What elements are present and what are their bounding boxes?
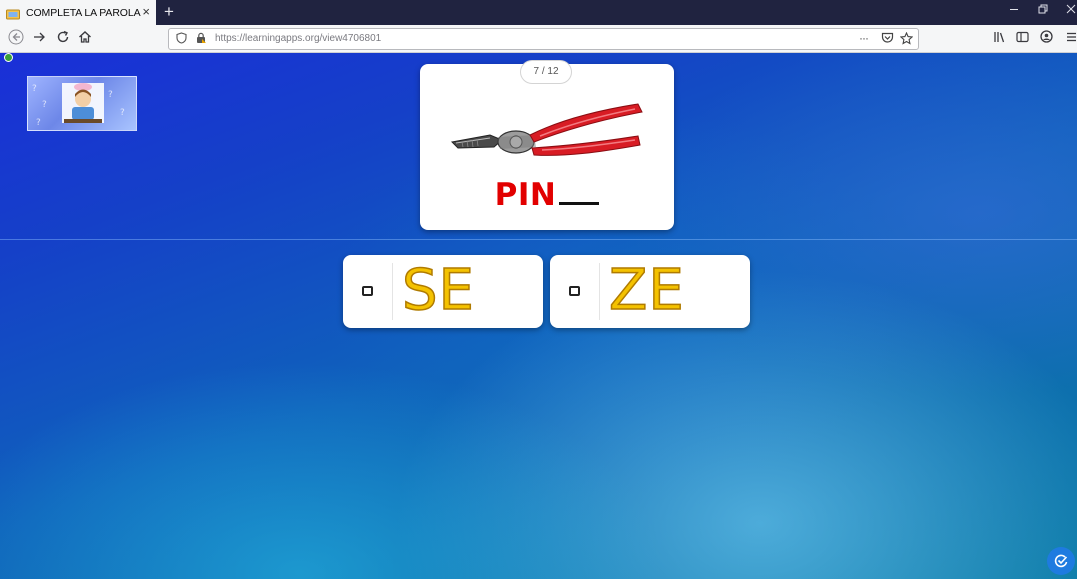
minimize-icon[interactable]: [1009, 4, 1019, 18]
svg-text:?: ?: [36, 118, 41, 128]
svg-text:?: ?: [32, 84, 37, 94]
page-actions-icon[interactable]: ···: [859, 31, 869, 45]
word-to-complete: PIN: [420, 177, 674, 213]
app-content: ????? PIN 7 / 12 SE ZE: [0, 53, 1077, 579]
restore-icon[interactable]: [1038, 4, 1048, 18]
close-window-icon[interactable]: [1066, 4, 1076, 18]
answer-option-ze[interactable]: ZE: [550, 255, 750, 328]
checkbox[interactable]: [362, 286, 373, 296]
sidebar-icon[interactable]: [1016, 29, 1029, 49]
question-counter: 7 / 12: [520, 60, 572, 84]
word-blank: [559, 178, 600, 205]
pocket-icon[interactable]: [881, 32, 894, 48]
answer-label: SE: [401, 257, 475, 324]
word-prefix: PIN: [494, 177, 557, 213]
tab-close-icon[interactable]: ×: [142, 4, 150, 20]
app-thumbnail[interactable]: ?????: [27, 76, 137, 131]
account-icon[interactable]: [1040, 29, 1053, 49]
app-favicon-icon: [6, 7, 20, 20]
pliers-image: [450, 102, 646, 171]
tab-title: COMPLETA LA PAROLA: [26, 6, 141, 19]
answer-divider: [392, 263, 393, 320]
answer-option-se[interactable]: SE: [343, 255, 543, 328]
check-answer-button[interactable]: [1047, 547, 1075, 575]
home-icon[interactable]: [75, 29, 95, 49]
checkmark-icon: [1054, 554, 1068, 568]
background-divider: [0, 239, 1077, 240]
url-bar[interactable]: https://learningapps.org/view4706801 ···: [168, 28, 919, 50]
back-icon[interactable]: [6, 29, 26, 49]
bookmark-star-icon[interactable]: [899, 31, 914, 49]
answer-label: ZE: [608, 257, 685, 324]
lock-icon[interactable]: [195, 32, 207, 48]
forward-icon[interactable]: [29, 29, 49, 49]
question-card: PIN: [420, 64, 674, 230]
browser-navigation-bar: https://learningapps.org/view4706801 ···: [0, 25, 1077, 53]
reload-icon[interactable]: [53, 29, 73, 49]
browser-tab-bar: COMPLETA LA PAROLA × +: [0, 0, 1077, 25]
shield-icon[interactable]: [176, 32, 187, 48]
new-tab-button[interactable]: +: [159, 2, 179, 22]
menu-icon[interactable]: [1066, 29, 1076, 49]
library-icon[interactable]: [993, 29, 1006, 49]
pliers-icon: [450, 103, 643, 156]
app-status-icon: [4, 53, 13, 62]
url-text: https://learningapps.org/view4706801: [215, 33, 382, 44]
browser-tab[interactable]: COMPLETA LA PAROLA ×: [0, 0, 156, 25]
thinking-boy-icon: ?????: [32, 83, 125, 128]
svg-text:?: ?: [42, 100, 47, 110]
checkbox[interactable]: [569, 286, 580, 296]
svg-text:?: ?: [108, 90, 113, 100]
answer-divider: [599, 263, 600, 320]
svg-text:?: ?: [120, 108, 125, 118]
